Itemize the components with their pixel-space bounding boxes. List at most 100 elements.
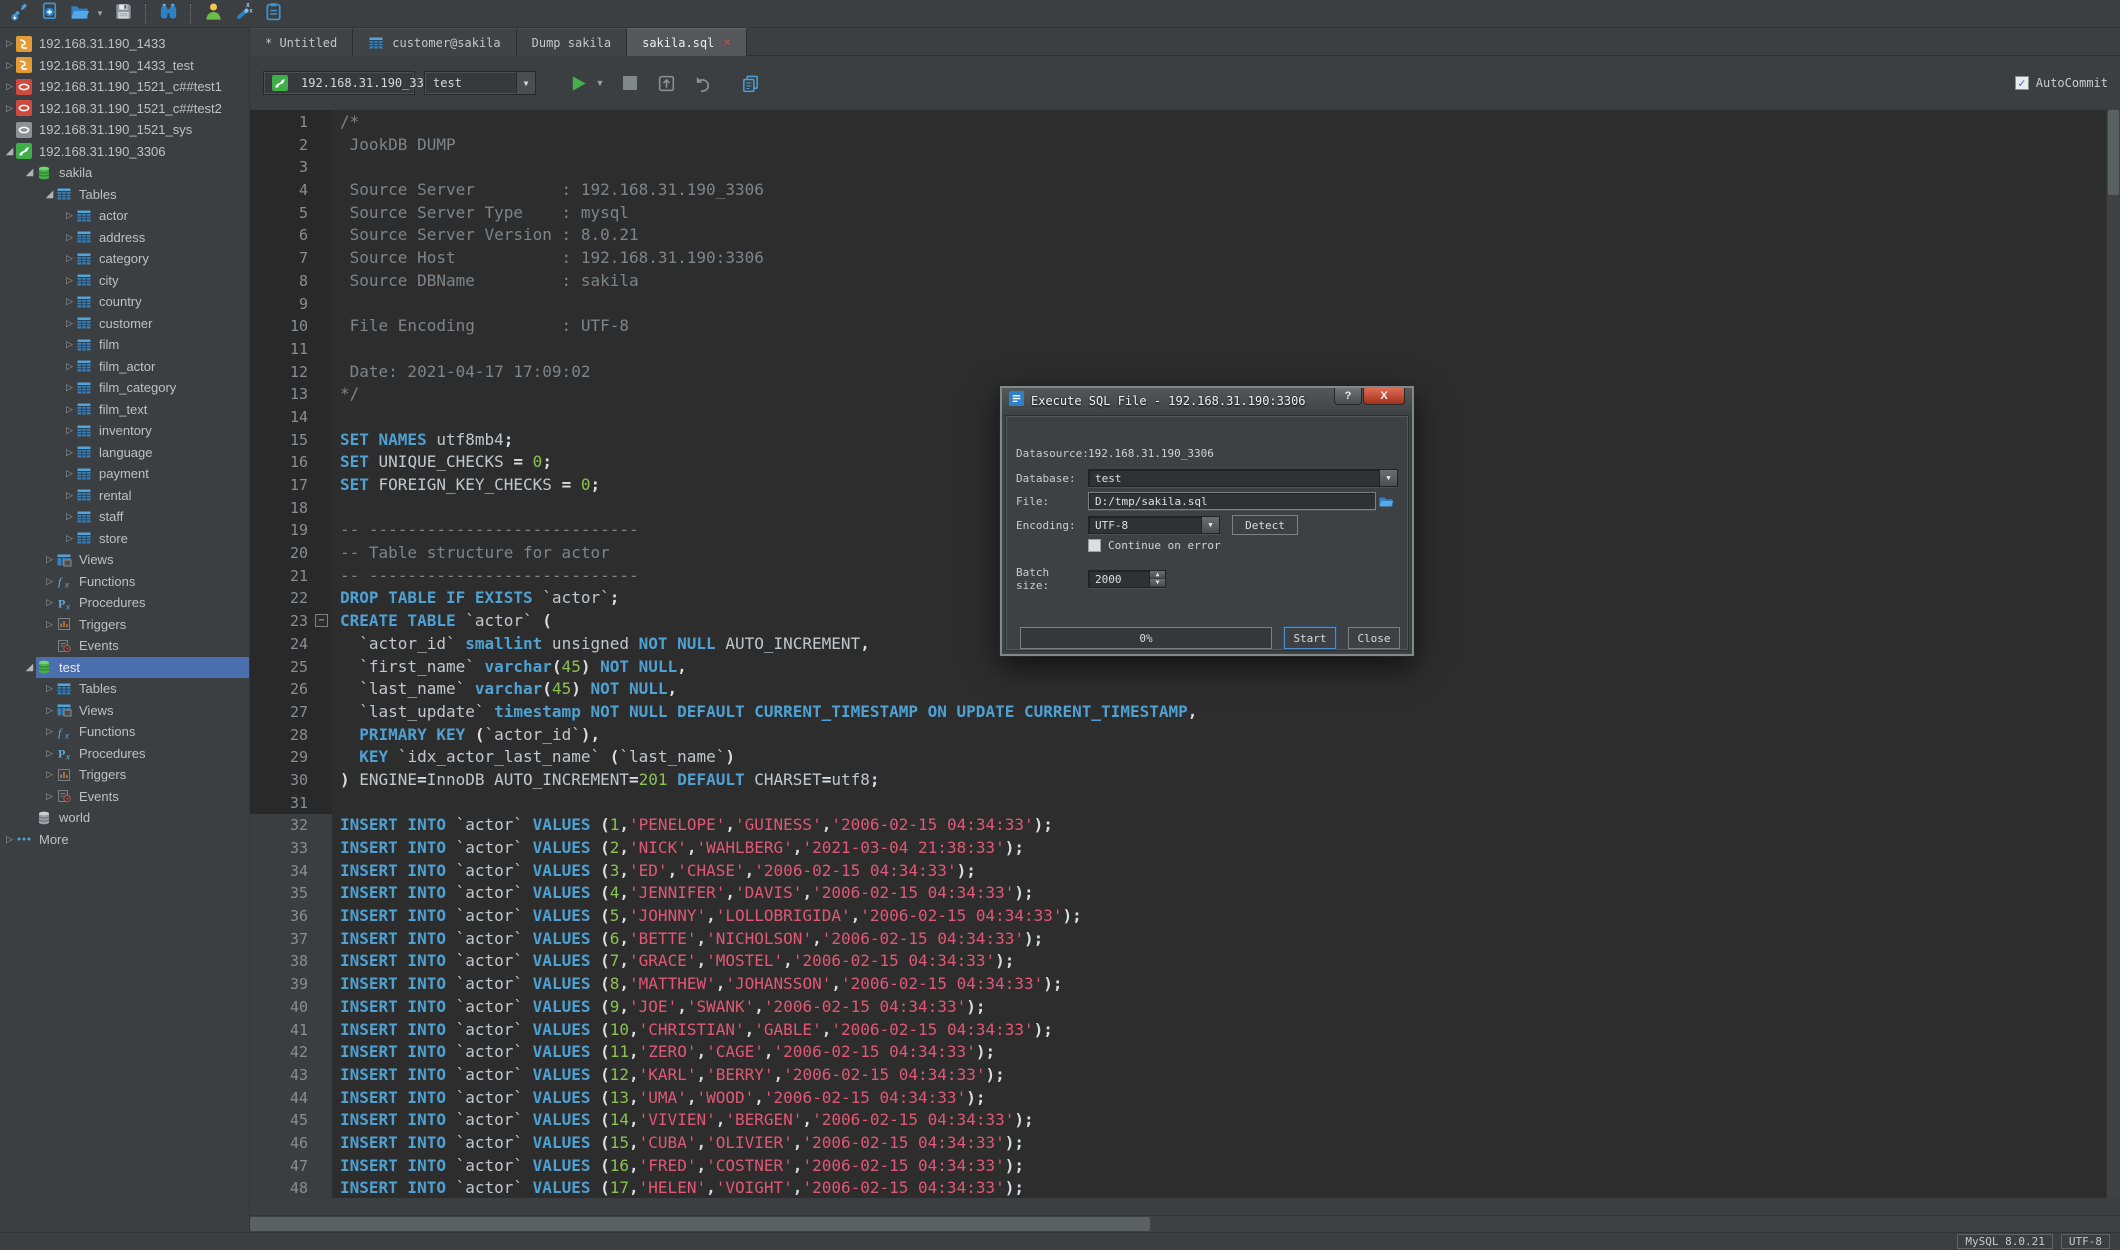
tab--untitled[interactable]: * Untitled	[250, 28, 353, 56]
tree-expander-icon[interactable]: ▷	[3, 38, 16, 49]
run-button[interactable]	[563, 69, 593, 97]
tree-expander-icon[interactable]: ▷	[63, 339, 76, 350]
tree-item-events[interactable]: ▷Events	[0, 786, 249, 808]
tree-expander-icon[interactable]: ▷	[3, 103, 16, 114]
tree-expander-icon[interactable]: ▷	[63, 533, 76, 544]
tree-expander-icon[interactable]: ▷	[3, 834, 16, 845]
tree-item-film-text[interactable]: ▷film_text	[0, 399, 249, 421]
stepper-up-icon[interactable]: ▲	[1150, 571, 1165, 579]
chevron-down-icon[interactable]: ▼	[1379, 470, 1397, 486]
wizard-button[interactable]: xxx	[230, 2, 256, 26]
tree-expander-icon[interactable]: ▷	[43, 597, 56, 608]
tree-expander-icon[interactable]: ▷	[63, 511, 76, 522]
chevron-down-icon[interactable]: ▼	[96, 9, 106, 18]
tree-item-world[interactable]: world	[0, 807, 249, 829]
horizontal-scrollbar-thumb[interactable]	[250, 1217, 1150, 1231]
tree-expander-icon[interactable]: ▷	[3, 81, 16, 92]
tree-expander-icon[interactable]: ▷	[63, 490, 76, 501]
tree-expander-icon[interactable]: ▷	[63, 318, 76, 329]
database-select[interactable]: test ▼	[424, 71, 536, 95]
continue-on-error-checkbox[interactable]	[1088, 539, 1101, 552]
log-button[interactable]	[260, 2, 286, 26]
tree-item-192-168-31-190-1521-c-test1[interactable]: ▷192.168.31.190_1521_c##test1	[0, 76, 249, 98]
tree-item-192-168-31-190-3306[interactable]: ◢192.168.31.190_3306	[0, 141, 249, 163]
stop-button[interactable]	[615, 69, 645, 97]
tree-item-category[interactable]: ▷category	[0, 248, 249, 270]
tree-expander-icon[interactable]: ▷	[63, 296, 76, 307]
horizontal-scrollbar[interactable]	[250, 1215, 2120, 1232]
tab-sakila-sql[interactable]: sakila.sql✕	[627, 28, 747, 56]
tree-item-triggers[interactable]: ▷Triggers	[0, 764, 249, 786]
tree-expander-icon[interactable]: ▷	[63, 404, 76, 415]
connection-select[interactable]: 192.168.31.190_3306 ▼	[263, 71, 415, 95]
tree-item-payment[interactable]: ▷payment	[0, 463, 249, 485]
stepper-down-icon[interactable]: ▼	[1150, 579, 1165, 587]
tree-item-triggers[interactable]: ▷Triggers	[0, 614, 249, 636]
tree-expander-icon[interactable]: ▷	[43, 726, 56, 737]
tree-item-test[interactable]: ◢test	[0, 657, 249, 679]
chevron-down-icon[interactable]: ▼	[1201, 517, 1219, 533]
tree-expander-icon[interactable]: ▷	[43, 576, 56, 587]
tree-expander-icon[interactable]: ▷	[43, 683, 56, 694]
tree-expander-icon[interactable]: ▷	[3, 60, 16, 71]
tree-item-more[interactable]: ▷More	[0, 829, 249, 851]
tree-item-city[interactable]: ▷city	[0, 270, 249, 292]
connect-button[interactable]	[6, 2, 32, 26]
tree-expander-icon[interactable]: ▷	[43, 554, 56, 565]
tree-expander-icon[interactable]: ▷	[63, 253, 76, 264]
new-file-button[interactable]	[36, 2, 62, 26]
vertical-scrollbar[interactable]	[2106, 110, 2120, 1198]
tree-item-customer[interactable]: ▷customer	[0, 313, 249, 335]
tree-expander-icon[interactable]: ▷	[63, 468, 76, 479]
tab-customer-sakila[interactable]: customer@sakila	[353, 28, 516, 56]
find-button[interactable]	[155, 2, 181, 26]
tree-expander-icon[interactable]: ◢	[43, 189, 56, 200]
tree-item-procedures[interactable]: ▷PxProcedures	[0, 592, 249, 614]
tree-item-192-168-31-190-1521-sys[interactable]: 192.168.31.190_1521_sys	[0, 119, 249, 141]
autocommit-checkbox[interactable]: ✓	[2015, 76, 2029, 90]
dialog-close-button[interactable]: X	[1363, 388, 1405, 405]
tree-expander-icon[interactable]: ▷	[43, 769, 56, 780]
tree-expander-icon[interactable]: ◢	[23, 662, 36, 673]
tree-item-store[interactable]: ▷store	[0, 528, 249, 550]
file-input[interactable]: D:/tmp/sakila.sql	[1088, 492, 1376, 510]
browse-folder-button[interactable]	[1378, 493, 1398, 509]
tree-item-192-168-31-190-1521-c-test2[interactable]: ▷192.168.31.190_1521_c##test2	[0, 98, 249, 120]
database-dropdown[interactable]: test ▼	[1088, 469, 1398, 487]
tree-item-tables[interactable]: ◢Tables	[0, 184, 249, 206]
tree-item-views[interactable]: ▷Views	[0, 700, 249, 722]
run-menu-caret[interactable]: ▼	[593, 78, 607, 88]
tree-item-staff[interactable]: ▷staff	[0, 506, 249, 528]
tree-item-country[interactable]: ▷country	[0, 291, 249, 313]
tree-item-inventory[interactable]: ▷inventory	[0, 420, 249, 442]
tree-expander-icon[interactable]: ▷	[63, 275, 76, 286]
format-button[interactable]	[735, 69, 765, 97]
tree-item-functions[interactable]: ▷fxFunctions	[0, 571, 249, 593]
commit-button[interactable]	[651, 69, 681, 97]
tree-expander-icon[interactable]: ▷	[63, 361, 76, 372]
vertical-scrollbar-thumb[interactable]	[2108, 110, 2119, 195]
tree-item-film-category[interactable]: ▷film_category	[0, 377, 249, 399]
tree-item-address[interactable]: ▷address	[0, 227, 249, 249]
user-button[interactable]	[200, 2, 226, 26]
tree-item-192-168-31-190-1433[interactable]: ▷192.168.31.190_1433	[0, 33, 249, 55]
tree-item-views[interactable]: ▷Views	[0, 549, 249, 571]
detect-button[interactable]: Detect	[1232, 515, 1298, 535]
tree-item-192-168-31-190-1433-test[interactable]: ▷192.168.31.190_1433_test	[0, 55, 249, 77]
tree-item-tables[interactable]: ▷Tables	[0, 678, 249, 700]
tree-item-film[interactable]: ▷film	[0, 334, 249, 356]
tree-expander-icon[interactable]: ▷	[63, 382, 76, 393]
open-file-button[interactable]	[66, 2, 92, 26]
tree-expander-icon[interactable]: ▷	[43, 619, 56, 630]
tree-expander-icon[interactable]: ▷	[63, 447, 76, 458]
tree-expander-icon[interactable]: ▷	[43, 705, 56, 716]
tree-expander-icon[interactable]: ▷	[63, 425, 76, 436]
tree-expander-icon[interactable]: ◢	[23, 167, 36, 178]
start-button[interactable]: Start	[1284, 627, 1336, 649]
rollback-button[interactable]	[687, 69, 717, 97]
dialog-help-button[interactable]: ?	[1334, 388, 1362, 405]
fold-toggle-icon[interactable]: −	[315, 614, 328, 627]
encoding-dropdown[interactable]: UTF-8 ▼	[1088, 516, 1220, 534]
tree-item-actor[interactable]: ▷actor	[0, 205, 249, 227]
close-button[interactable]: Close	[1348, 627, 1400, 649]
